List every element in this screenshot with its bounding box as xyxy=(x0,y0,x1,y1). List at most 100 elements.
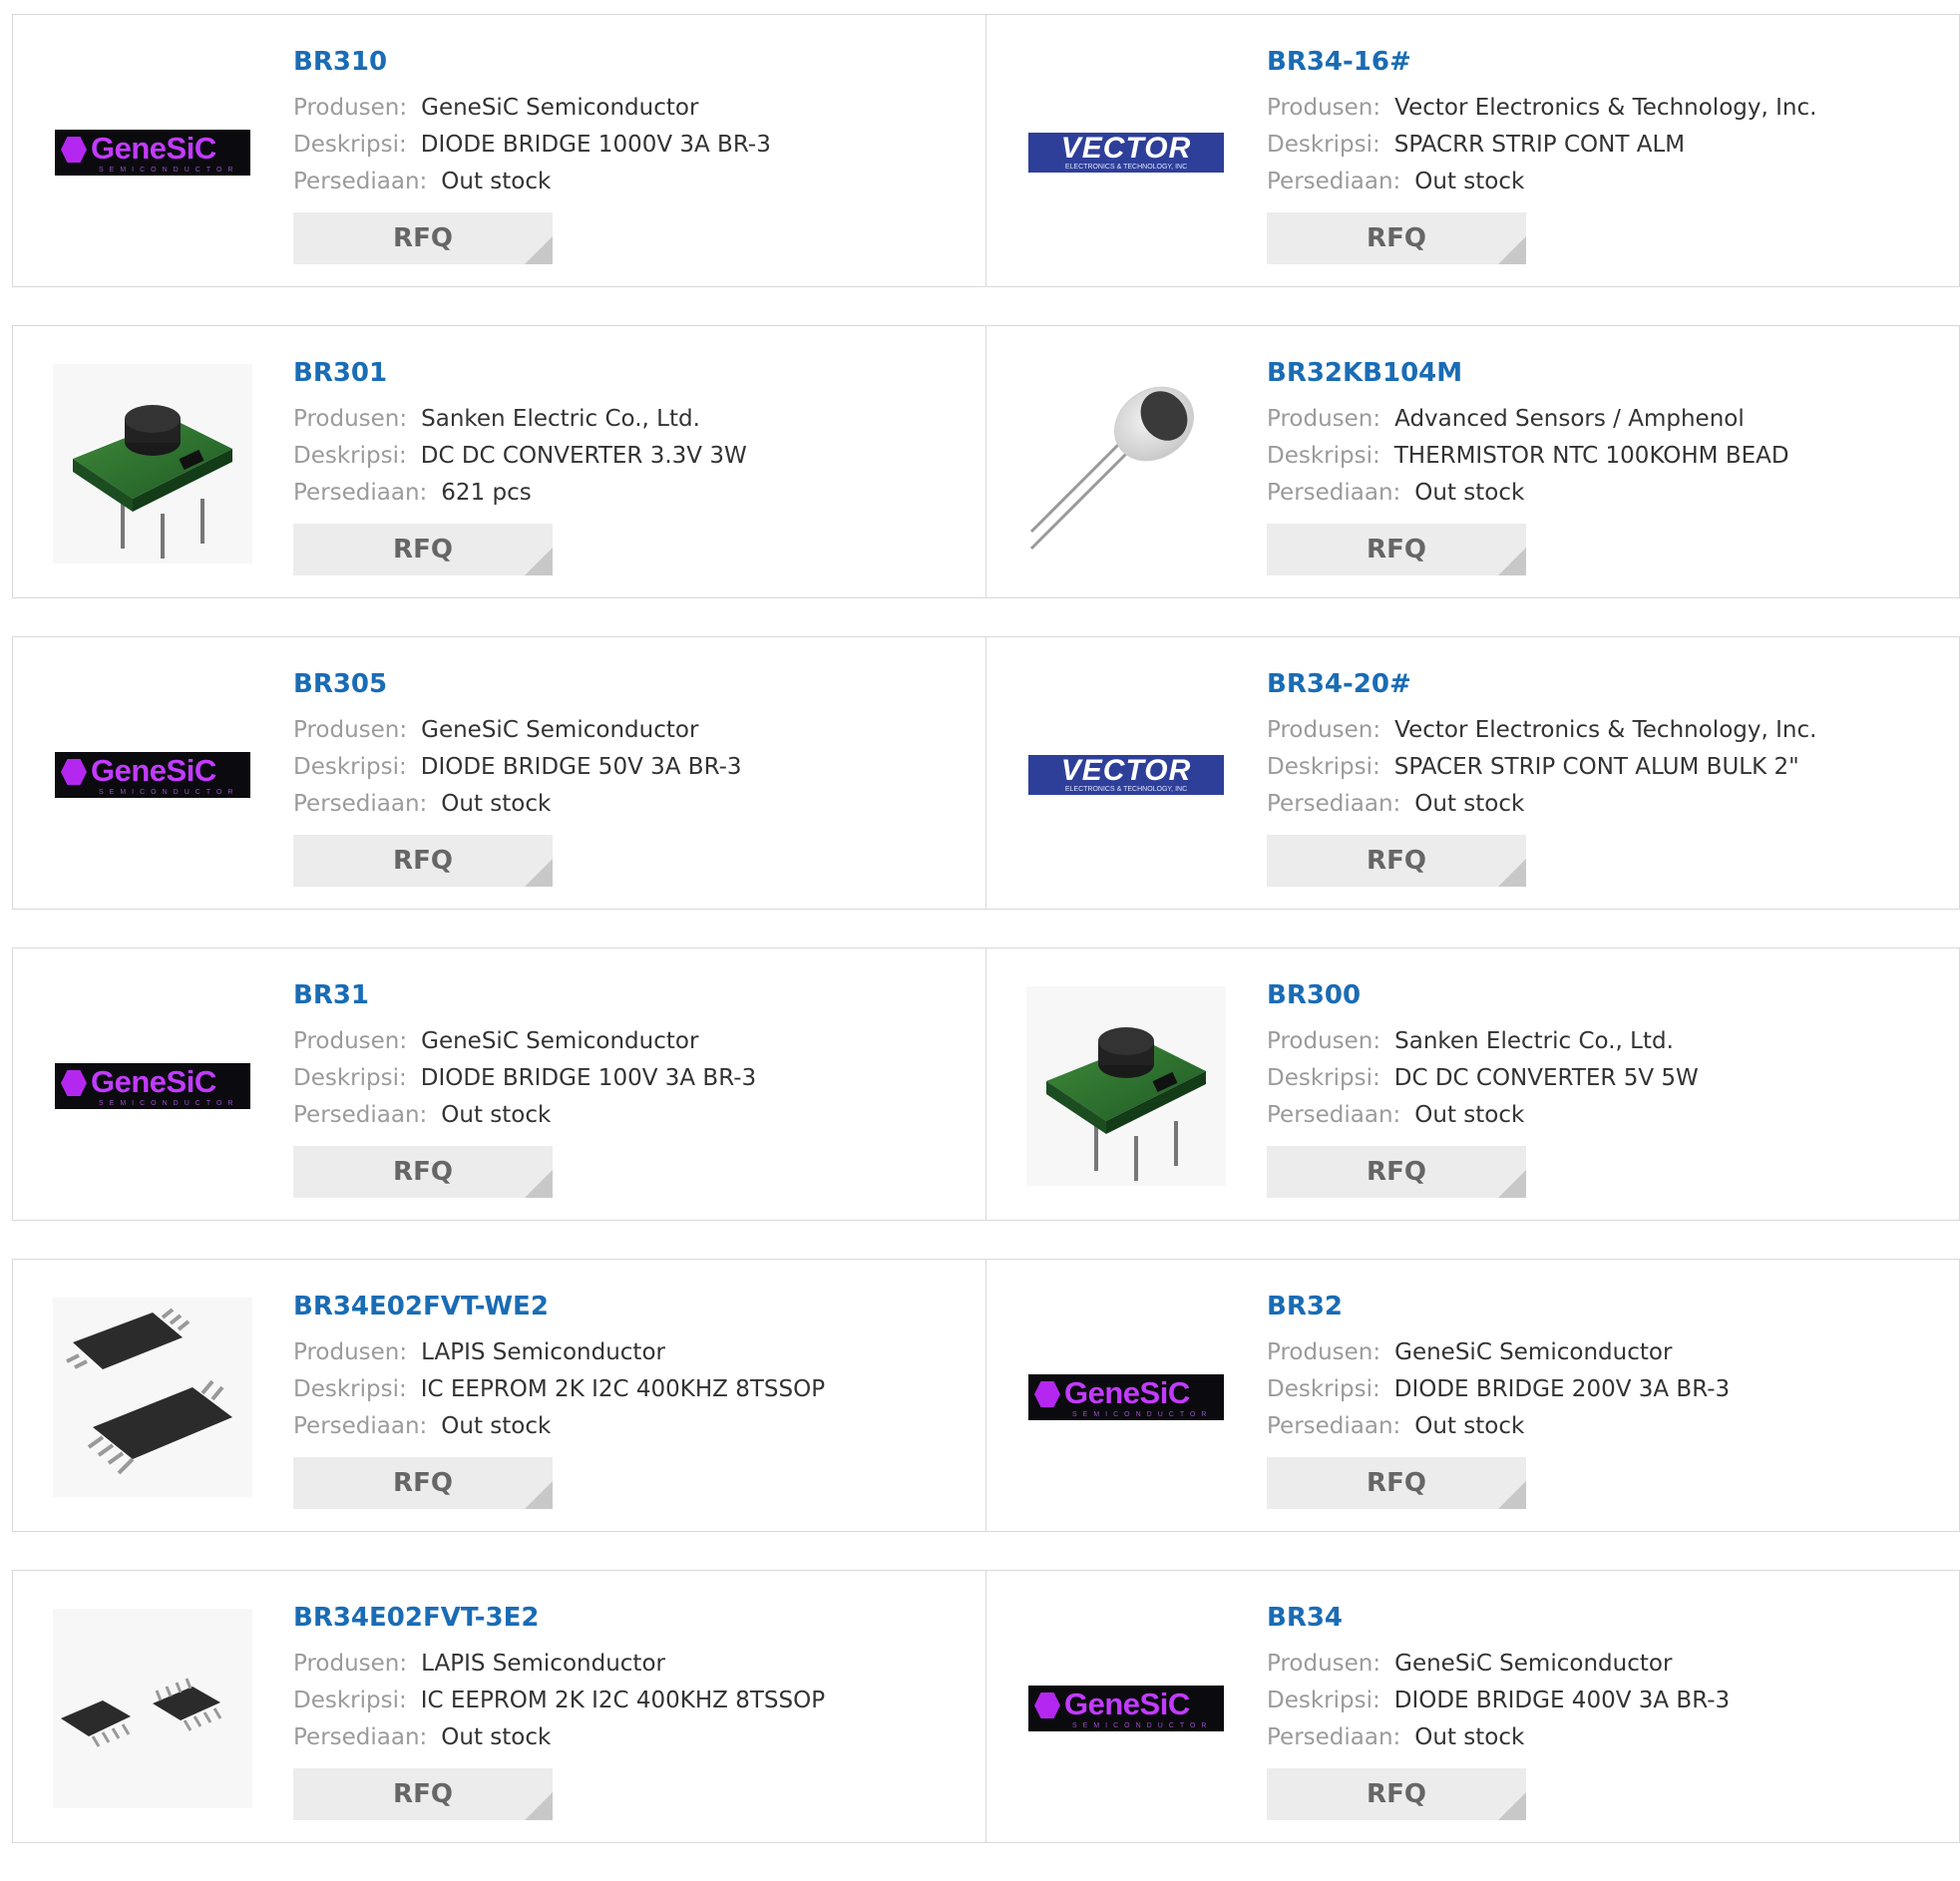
part-number-link[interactable]: BR32 xyxy=(1267,1290,1730,1323)
description-label: Deskripsi: xyxy=(293,1376,407,1402)
rfq-button-label: RFQ xyxy=(1367,1468,1426,1498)
stock-row: Persediaan: Out stock xyxy=(1267,1719,1730,1756)
stock-label: Persediaan: xyxy=(293,1102,428,1128)
product-photo xyxy=(1026,986,1226,1186)
stock-row: Persediaan: Out stock xyxy=(1267,786,1816,823)
description-row: Deskripsi: DIODE BRIDGE 50V 3A BR-3 xyxy=(293,749,742,786)
manufacturer-row: Produsen: GeneSiC Semiconductor xyxy=(293,1023,756,1060)
product-row: BR34E02FVT-WE2 Produsen: LAPIS Semiconduct… xyxy=(12,1259,1960,1534)
part-number-link[interactable]: BR31 xyxy=(293,978,756,1012)
manufacturer-value: GeneSiC Semiconductor xyxy=(421,95,699,121)
vector-logo-mark: VECTOR ELECTRONICS & TECHNOLOGY, INC xyxy=(1028,755,1224,795)
rfq-button[interactable]: RFQ xyxy=(1267,212,1526,264)
manufacturer-label: Produsen: xyxy=(1267,406,1381,432)
manufacturer-row: Produsen: GeneSiC Semiconductor xyxy=(1267,1646,1730,1683)
manufacturer-row: Produsen: GeneSiC Semiconductor xyxy=(293,712,742,749)
corner-triangle-icon xyxy=(1498,1170,1526,1198)
product-info: BR301 Produsen: Sanken Electric Co., Ltd. D… xyxy=(293,356,747,575)
product-info: BR310 Produsen: GeneSiC Semiconductor Deskr… xyxy=(293,45,771,264)
corner-triangle-icon xyxy=(1498,548,1526,575)
stock-value: Out stock xyxy=(1414,1724,1525,1750)
product-card: GeneSiC SEMICONDUCTOR BR32 Produsen: GeneSiC… xyxy=(986,1259,1960,1532)
genesic-logo: GeneSiC SEMICONDUCTOR xyxy=(53,53,252,252)
product-card: BR300 Produsen: Sanken Electric Co., Ltd. D… xyxy=(986,947,1960,1221)
rfq-button[interactable]: RFQ xyxy=(293,212,553,264)
stock-row: Persediaan: Out stock xyxy=(1267,475,1789,512)
part-number-link[interactable]: BR305 xyxy=(293,667,742,701)
rfq-button[interactable]: RFQ xyxy=(293,1146,553,1198)
part-number-link[interactable]: BR301 xyxy=(293,356,747,390)
rfq-button[interactable]: RFQ xyxy=(1267,1457,1526,1509)
stock-label: Persediaan: xyxy=(293,169,428,194)
manufacturer-label: Produsen: xyxy=(293,406,408,432)
stock-label: Persediaan: xyxy=(293,791,428,817)
logo-subtitle: SEMICONDUCTOR xyxy=(99,789,239,796)
stock-value: Out stock xyxy=(441,791,552,817)
rfq-button[interactable]: RFQ xyxy=(293,524,553,575)
rfq-button[interactable]: RFQ xyxy=(1267,524,1526,575)
logo-subtitle: SEMICONDUCTOR xyxy=(99,167,239,174)
logo-word: VECTOR xyxy=(1060,131,1192,165)
product-card: BR301 Produsen: Sanken Electric Co., Ltd. D… xyxy=(12,325,986,598)
description-row: Deskripsi: SPACRR STRIP CONT ALM xyxy=(1267,127,1816,164)
product-card: VECTOR ELECTRONICS & TECHNOLOGY, INC BR34-… xyxy=(986,636,1960,910)
part-number-link[interactable]: BR34-20# xyxy=(1267,667,1816,701)
rfq-button[interactable]: RFQ xyxy=(293,1768,553,1820)
manufacturer-value: GeneSiC Semiconductor xyxy=(421,717,699,743)
part-number-link[interactable]: BR300 xyxy=(1267,978,1699,1012)
description-label: Deskripsi: xyxy=(293,1065,407,1091)
description-label: Deskripsi: xyxy=(293,1688,407,1713)
part-number-link[interactable]: BR34E02FVT-3E2 xyxy=(293,1601,825,1635)
manufacturer-value: Vector Electronics & Technology, Inc. xyxy=(1394,717,1817,743)
description-value: IC EEPROM 2K I2C 400KHZ 8TSSOP xyxy=(420,1376,826,1402)
genesic-logo: GeneSiC SEMICONDUCTOR xyxy=(53,986,252,1186)
product-info: BR34E02FVT-WE2 Produsen: LAPIS Semiconduct… xyxy=(293,1290,825,1509)
stock-value: Out stock xyxy=(441,169,552,194)
stock-value: Out stock xyxy=(1414,1102,1525,1128)
description-value: SPACER STRIP CONT ALUM BULK 2" xyxy=(1393,754,1799,780)
rfq-button-label: RFQ xyxy=(393,1779,453,1809)
description-value: DC DC CONVERTER 3.3V 3W xyxy=(420,443,747,469)
genesic-logo-mark: GeneSiC SEMICONDUCTOR xyxy=(55,1063,250,1109)
manufacturer-label: Produsen: xyxy=(1267,1028,1381,1054)
vector-logo-mark: VECTOR ELECTRONICS & TECHNOLOGY, INC xyxy=(1028,133,1224,173)
stock-label: Persediaan: xyxy=(1267,480,1401,506)
part-number-link[interactable]: BR34-16# xyxy=(1267,45,1816,79)
product-photo xyxy=(53,1298,252,1497)
corner-triangle-icon xyxy=(1498,859,1526,887)
rfq-button[interactable]: RFQ xyxy=(293,835,553,887)
product-card: VECTOR ELECTRONICS & TECHNOLOGY, INC BR34-… xyxy=(986,14,1960,287)
manufacturer-label: Produsen: xyxy=(293,717,408,743)
rfq-button[interactable]: RFQ xyxy=(1267,1146,1526,1198)
stock-row: Persediaan: Out stock xyxy=(293,1408,825,1445)
genesic-logo: GeneSiC SEMICONDUCTOR xyxy=(53,675,252,875)
stock-value: Out stock xyxy=(441,1413,552,1439)
rfq-button[interactable]: RFQ xyxy=(293,1457,553,1509)
manufacturer-label: Produsen: xyxy=(1267,95,1381,121)
part-number-link[interactable]: BR34E02FVT-WE2 xyxy=(293,1290,825,1323)
description-value: DIODE BRIDGE 50V 3A BR-3 xyxy=(420,754,742,780)
stock-row: Persediaan: Out stock xyxy=(293,1097,756,1134)
product-card: GeneSiC SEMICONDUCTOR BR34 Produsen: GeneSiC… xyxy=(986,1570,1960,1843)
product-info: BR32KB104M Produsen: Advanced Sensors / Am… xyxy=(1267,356,1789,575)
corner-triangle-icon xyxy=(1498,1792,1526,1820)
product-row: BR34E02FVT-3E2 Produsen: LAPIS Semiconduct… xyxy=(12,1570,1960,1845)
rfq-button[interactable]: RFQ xyxy=(1267,835,1526,887)
description-row: Deskripsi: DC DC CONVERTER 3.3V 3W xyxy=(293,438,747,475)
stock-value: 621 pcs xyxy=(441,480,532,506)
rfq-button[interactable]: RFQ xyxy=(1267,1768,1526,1820)
stock-label: Persediaan: xyxy=(1267,1102,1401,1128)
manufacturer-value: Sanken Electric Co., Ltd. xyxy=(421,406,700,432)
description-label: Deskripsi: xyxy=(293,132,407,158)
description-value: DIODE BRIDGE 100V 3A BR-3 xyxy=(420,1065,757,1091)
description-row: Deskripsi: DIODE BRIDGE 400V 3A BR-3 xyxy=(1267,1683,1730,1719)
manufacturer-label: Produsen: xyxy=(293,1028,408,1054)
genesic-logo-mark: GeneSiC SEMICONDUCTOR xyxy=(55,752,250,798)
part-number-link[interactable]: BR310 xyxy=(293,45,771,79)
manufacturer-row: Produsen: Vector Electronics & Technology… xyxy=(1267,90,1816,127)
description-value: DIODE BRIDGE 200V 3A BR-3 xyxy=(1393,1376,1731,1402)
corner-triangle-icon xyxy=(525,548,553,575)
logo-word: GeneSiC xyxy=(91,131,216,166)
part-number-link[interactable]: BR32KB104M xyxy=(1267,356,1789,390)
part-number-link[interactable]: BR34 xyxy=(1267,1601,1730,1635)
